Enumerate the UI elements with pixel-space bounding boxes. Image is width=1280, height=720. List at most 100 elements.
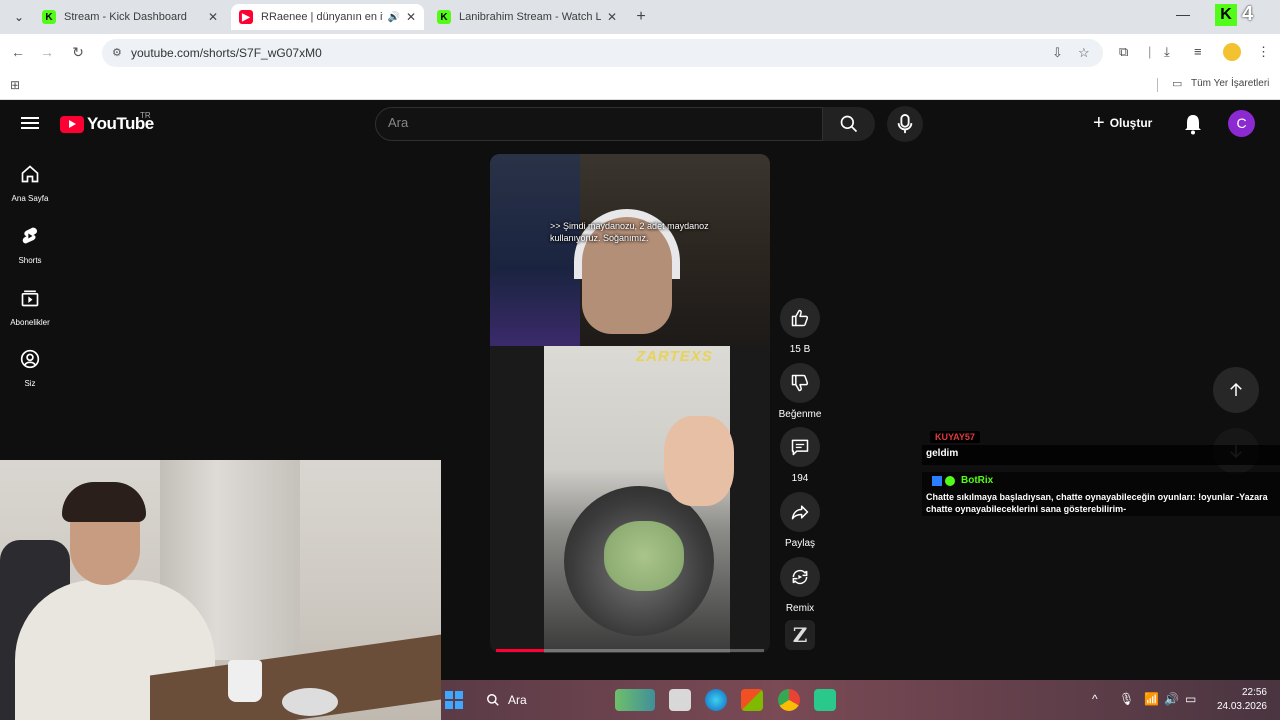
bookmarks-divider: [1157, 78, 1158, 92]
streaming-app-icon[interactable]: [814, 689, 836, 711]
sound-source-badge[interactable]: Z: [785, 620, 815, 650]
clock-date: 24.03.2026: [1216, 701, 1267, 712]
taskbar-search[interactable]: Ara: [486, 693, 527, 707]
guide-menu-icon[interactable]: [21, 114, 39, 132]
extensions-icon[interactable]: ⧉: [1119, 44, 1128, 60]
kick-icon: K: [42, 10, 56, 24]
profile-avatar[interactable]: [1223, 43, 1241, 61]
url-text[interactable]: youtube.com/shorts/S7F_wG07xM0: [131, 46, 322, 60]
tab-youtube-active[interactable]: ▶ RRaenee | dünyanın en iyi i... 🔊 ✕: [231, 4, 424, 30]
widgets-icon[interactable]: [615, 689, 655, 711]
install-app-icon[interactable]: ⇩: [1052, 45, 1063, 61]
channel-avatar[interactable]: C: [1228, 110, 1255, 137]
bell-icon: [1185, 115, 1201, 135]
sidebar-item-label: Shorts: [18, 256, 42, 265]
battery-icon[interactable]: ▭: [1185, 692, 1196, 706]
microphone-tray-icon[interactable]: 🎙: [1119, 692, 1134, 706]
tab-kick-dashboard[interactable]: K Stream - Kick Dashboard ✕: [34, 4, 226, 30]
address-bar[interactable]: ⚙ youtube.com/shorts/S7F_wG07xM0 ⇩ ☆: [102, 39, 1103, 67]
account-icon: [20, 349, 40, 369]
bot-username: BotRix: [932, 475, 993, 486]
chrome-icon[interactable]: [778, 689, 800, 711]
video-progress-bar[interactable]: [496, 649, 764, 652]
like-count: 15 B: [789, 344, 811, 355]
like-button[interactable]: 15 B: [778, 298, 822, 355]
hand-shape: [664, 416, 734, 506]
close-tab-icon[interactable]: ✕: [406, 10, 416, 24]
comments-button[interactable]: 194: [778, 427, 822, 484]
background-wall: [490, 154, 580, 346]
windows-start-icon[interactable]: [445, 691, 463, 709]
sidebar-item-home[interactable]: Ana Sayfa: [0, 164, 60, 206]
share-button[interactable]: Paylaş: [778, 492, 822, 549]
chat-username: KUYAY57: [930, 431, 980, 443]
sidebar-item-label: Abonelikler: [10, 318, 50, 327]
subscriptions-icon: [21, 290, 39, 307]
bot-message-line: chatte oynayabileceklerini sana göstereb…: [926, 504, 1127, 514]
sidebar-item-you[interactable]: Siz: [0, 349, 60, 391]
moderator-badge-icon: [932, 475, 942, 486]
bookmark-star-icon[interactable]: ☆: [1078, 45, 1090, 61]
show-hidden-icons-icon[interactable]: ^: [1092, 692, 1098, 706]
tab-search-menu-button[interactable]: ⌄: [8, 7, 30, 27]
remix-label: Remix: [785, 603, 815, 614]
cooking-clip-frame: ZARTEXS: [490, 346, 770, 653]
media-controls-icon[interactable]: ≡: [1194, 44, 1202, 59]
search-input[interactable]: [388, 115, 808, 130]
voice-search-button[interactable]: [887, 106, 923, 142]
dislike-button[interactable]: Beğenme: [778, 363, 822, 420]
microphone-icon: [897, 114, 913, 134]
dislike-label: Beğenme: [778, 409, 822, 420]
share-label: Paylaş: [784, 538, 815, 549]
mouse-shape: [282, 688, 338, 716]
tab-lanibrahim-stream[interactable]: K Lanibrahim Stream - Watch Live ✕: [429, 4, 625, 30]
toolbar-divider: |: [1148, 44, 1152, 59]
remix-button[interactable]: Remix: [778, 557, 822, 614]
search-box[interactable]: [375, 107, 823, 141]
streamer-hair-shape: [62, 482, 146, 522]
streamer-cam-frame: >> Şimdi maydanozu, 2 adet maydanoz kull…: [490, 154, 770, 346]
browser-menu-icon[interactable]: ⋮: [1257, 44, 1270, 60]
search-icon: [840, 115, 858, 133]
task-view-icon[interactable]: [669, 689, 691, 711]
minimize-window-button[interactable]: —: [1176, 6, 1190, 22]
forward-button[interactable]: →: [38, 43, 56, 61]
all-bookmarks-link[interactable]: Tüm Yer İşaretleri: [1191, 78, 1269, 89]
reload-button[interactable]: ↻: [69, 43, 87, 61]
short-video-player[interactable]: >> Şimdi maydanozu, 2 adet maydanoz kull…: [490, 154, 770, 653]
back-button[interactable]: ←: [9, 43, 27, 61]
browser-toolbar: ← → ↻ ⚙ youtube.com/shorts/S7F_wG07xM0 ⇩…: [0, 34, 1280, 70]
home-icon: [21, 165, 39, 183]
bot-name-text: BotRix: [961, 475, 994, 486]
shorts-icon: [22, 227, 38, 244]
edge-icon[interactable]: [705, 689, 727, 711]
store-icon[interactable]: [741, 689, 763, 711]
kitchen-scene: ZARTEXS: [544, 346, 734, 653]
remix-icon: [792, 569, 808, 585]
notifications-button[interactable]: [1183, 113, 1203, 140]
sidebar-item-subscriptions[interactable]: Abonelikler: [0, 288, 60, 330]
system-clock[interactable]: 22:56 24.03.2026: [1207, 686, 1267, 714]
close-tab-icon[interactable]: ✕: [607, 10, 617, 24]
folder-icon: ▭: [1172, 78, 1183, 90]
downloads-icon[interactable]: ⤓: [1164, 44, 1170, 60]
search-button[interactable]: [823, 107, 875, 141]
comment-count: 194: [791, 473, 809, 484]
wifi-icon[interactable]: 📶: [1144, 692, 1159, 706]
site-info-icon[interactable]: ⚙: [112, 46, 122, 59]
video-caption: >> Şimdi maydanozu, 2 adet maydanoz kull…: [550, 221, 709, 243]
create-button[interactable]: + Oluştur: [1093, 113, 1152, 133]
speaker-icon[interactable]: 🔊: [387, 12, 399, 23]
previous-short-button[interactable]: [1213, 367, 1259, 413]
new-tab-button[interactable]: +: [631, 8, 651, 26]
thumbs-down-icon: [791, 374, 809, 392]
volume-icon[interactable]: 🔊: [1164, 692, 1179, 706]
apps-grid-icon[interactable]: ⊞: [10, 78, 20, 92]
verified-badge-icon: [945, 475, 955, 486]
sidebar-item-shorts[interactable]: Shorts: [0, 226, 60, 268]
mug-shape: [228, 660, 262, 702]
close-tab-icon[interactable]: ✕: [208, 10, 218, 24]
comment-icon: [791, 439, 809, 456]
thumbs-up-icon: [791, 309, 809, 327]
video-watermark: ZARTEXS: [636, 348, 713, 365]
